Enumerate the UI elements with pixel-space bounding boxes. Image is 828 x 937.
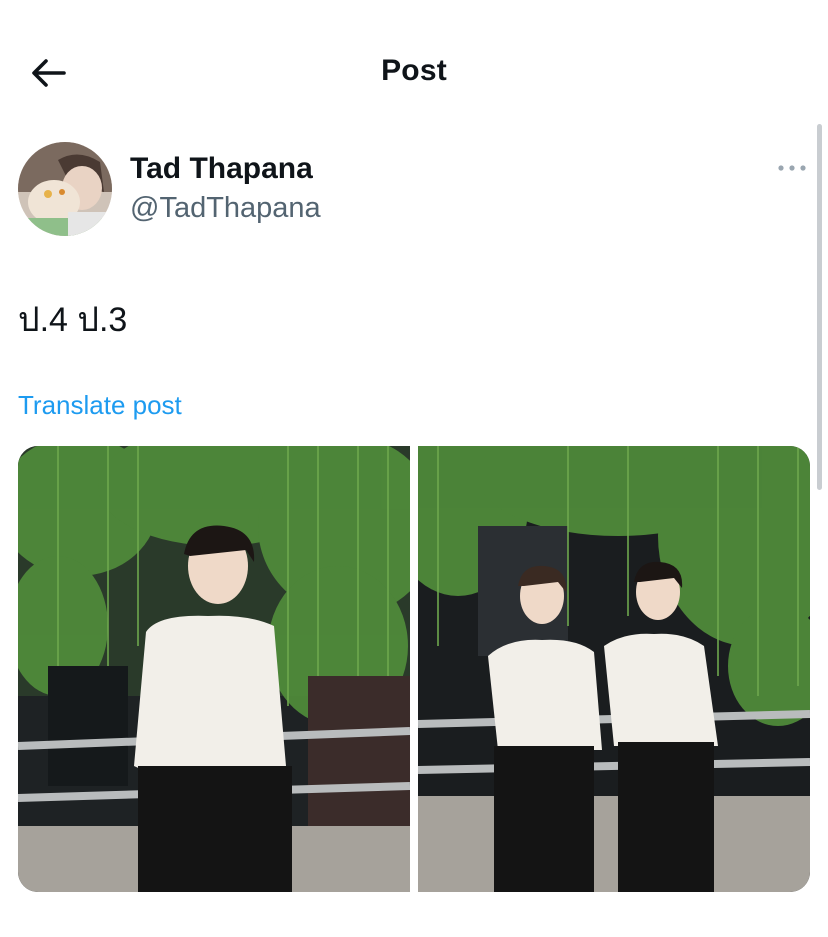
- media-grid: [18, 446, 810, 892]
- author-display-name[interactable]: Tad Thapana: [130, 152, 313, 186]
- scrollbar[interactable]: [817, 124, 822, 490]
- more-horizontal-icon: [778, 165, 806, 171]
- page-title: Post: [381, 54, 447, 87]
- author-handle[interactable]: @TadThapana: [130, 192, 321, 225]
- more-options-button[interactable]: [776, 158, 808, 178]
- post-author: Tad Thapana @TadThapana: [18, 142, 778, 238]
- post-photo-1[interactable]: [18, 446, 410, 892]
- avatar[interactable]: [18, 142, 112, 236]
- post-text: ป.4 ป.3: [18, 301, 128, 339]
- post-photo-2[interactable]: [418, 446, 810, 892]
- translate-post-link[interactable]: Translate post: [18, 390, 182, 421]
- top-bar: Post: [0, 0, 828, 140]
